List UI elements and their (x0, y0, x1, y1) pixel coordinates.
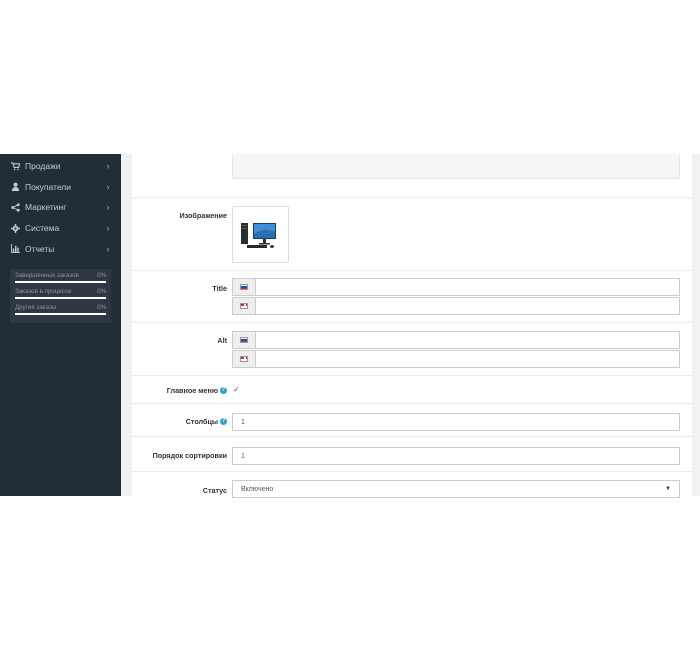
image-thumbnail[interactable] (232, 206, 289, 263)
gear-icon (10, 223, 20, 233)
alt-input-en (232, 350, 680, 368)
sidebar-item-sales[interactable]: Продажи › (0, 156, 121, 177)
alt-field-ru[interactable] (255, 331, 680, 349)
sort-order-input[interactable] (232, 447, 680, 465)
help-icon[interactable]: ? (220, 387, 227, 394)
columns-label-group: Столбцы ? (186, 417, 227, 426)
textarea-bottom[interactable] (232, 154, 680, 179)
main-menu-row: Главное меню ? ✓ (132, 375, 692, 403)
sidebar-item-label: Отчеты (25, 243, 55, 254)
alt-row: Alt (132, 322, 692, 375)
alt-label: Alt (217, 336, 227, 345)
status-selected-value: Включено (241, 485, 274, 493)
flag-ru-icon (232, 278, 255, 296)
form-panel: Изображение Title Alt Главное меню ? ✓ С… (132, 154, 692, 498)
sidebar-item-customers[interactable]: Покупатели › (0, 177, 121, 198)
image-label: Изображение (179, 211, 227, 220)
order-stats: Завершенных заказов 0% Заказов в процесс… (10, 269, 111, 323)
stat-label: Завершенных заказов (15, 272, 79, 279)
sidebar-item-label: Система (25, 223, 60, 234)
stat-label: Заказов в процессе (15, 288, 72, 295)
caret-down-icon: ▼ (665, 486, 671, 492)
computer-image (241, 223, 276, 248)
title-row: Title (132, 270, 692, 322)
chevron-right-icon: › (106, 243, 110, 254)
status-label: Статус (202, 486, 227, 495)
stat-progress-bar (15, 313, 106, 315)
scrollbar[interactable] (693, 154, 699, 496)
chevron-right-icon: › (106, 181, 110, 192)
flag-en-icon (232, 350, 255, 368)
stat-completed-orders: Завершенных заказов 0% (15, 272, 106, 283)
columns-input[interactable] (232, 413, 680, 431)
flag-en-icon (232, 297, 255, 315)
main-content: Изображение Title Alt Главное меню ? ✓ С… (121, 154, 700, 498)
title-field-ru[interactable] (255, 278, 680, 296)
chevron-right-icon: › (106, 161, 110, 172)
cart-icon (10, 161, 20, 171)
sidebar-item-reports[interactable]: Отчеты › (0, 238, 121, 259)
stat-label: Другие заказы (15, 304, 57, 311)
chevron-right-icon: › (106, 202, 110, 213)
user-icon (10, 182, 20, 192)
stat-value: 0% (97, 288, 106, 295)
chevron-right-icon: › (106, 223, 110, 234)
bar-chart-icon (10, 244, 20, 254)
sort-order-label: Порядок сортировки (152, 451, 227, 460)
title-input-en (232, 297, 680, 315)
flag-ru-icon (232, 331, 255, 349)
alt-field-en[interactable] (255, 350, 680, 368)
sidebar-item-label: Покупатели (25, 181, 71, 192)
columns-label: Столбцы (185, 417, 218, 426)
sidebar: Продажи › Покупатели › Маркетинг › Систе… (0, 154, 121, 496)
sidebar-item-marketing[interactable]: Маркетинг › (0, 197, 121, 218)
sidebar-item-label: Продажи (25, 161, 61, 172)
stat-value: 0% (97, 304, 106, 311)
stat-progress-bar (15, 281, 106, 283)
alt-input-ru (232, 331, 680, 349)
help-icon[interactable]: ? (220, 418, 227, 425)
stat-processing-orders: Заказов в процессе 0% (15, 288, 106, 299)
stat-other-orders: Другие заказы 0% (15, 304, 106, 315)
sidebar-item-system[interactable]: Система › (0, 218, 121, 239)
columns-row: Столбцы ? (132, 403, 692, 436)
share-icon (10, 202, 20, 212)
sidebar-menu: Продажи › Покупатели › Маркетинг › Систе… (0, 154, 121, 259)
status-select[interactable]: Включено ▼ (232, 480, 680, 498)
main-menu-label-group: Главное меню ? (167, 386, 227, 395)
stat-progress-bar (15, 297, 106, 299)
title-label: Title (212, 284, 227, 293)
stat-value: 0% (97, 272, 106, 279)
main-menu-label: Главное меню (166, 386, 218, 395)
sort-order-row: Порядок сортировки (132, 436, 692, 471)
image-row: Изображение (132, 197, 692, 270)
sidebar-item-label: Маркетинг (25, 202, 67, 213)
title-field-en[interactable] (255, 297, 680, 315)
title-input-ru (232, 278, 680, 296)
status-row: Статус Включено ▼ (132, 471, 692, 498)
main-menu-checkbox[interactable]: ✓ (232, 385, 241, 394)
